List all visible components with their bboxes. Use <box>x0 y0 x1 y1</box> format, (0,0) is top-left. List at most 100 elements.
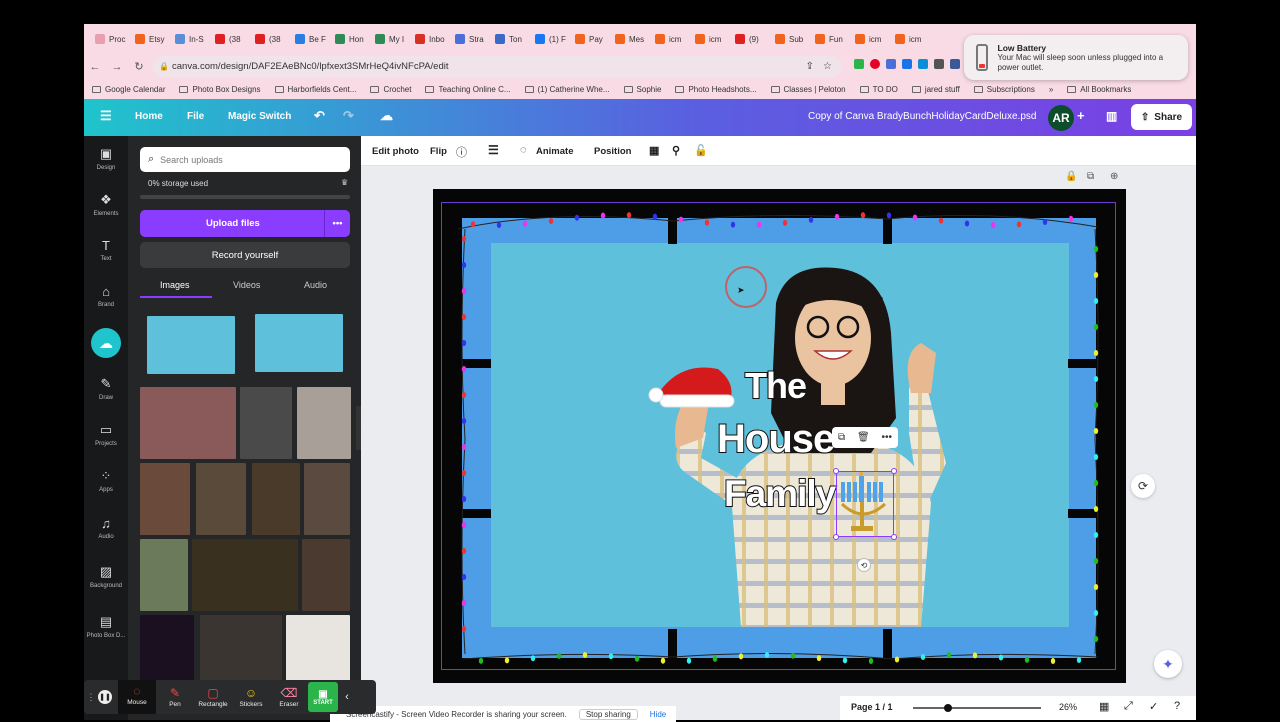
star-icon[interactable]: ☆ <box>823 61 832 72</box>
design-text-family[interactable]: Family <box>723 472 837 515</box>
position-button[interactable]: Position <box>594 146 631 157</box>
bookmark-item[interactable]: Photo Headshots... <box>675 85 757 94</box>
upload-thumbnail[interactable] <box>286 615 350 687</box>
rail-item[interactable]: ▭ Projects <box>84 422 128 447</box>
zoom-slider[interactable] <box>913 704 1041 712</box>
rail-item[interactable]: ♫ Audio <box>84 516 128 540</box>
browser-tab[interactable]: icm <box>850 28 886 50</box>
share-button[interactable]: ⇧ Share <box>1131 104 1192 130</box>
design-page[interactable]: The House Family ⧉ 🗑 ••• ⟲ ➤ <box>433 189 1126 683</box>
rail-item[interactable]: ❖ Elements <box>84 192 128 217</box>
transparency-icon[interactable]: ▦ <box>649 144 659 157</box>
extension-icon[interactable] <box>950 59 960 69</box>
document-title[interactable]: Copy of Canva BradyBunchHolidayCardDelux… <box>808 111 1036 122</box>
bookmark-item[interactable]: Crochet <box>370 85 411 94</box>
share-url-icon[interactable]: ⇪ <box>806 61 814 72</box>
more-options-icon[interactable]: ••• <box>324 210 350 237</box>
insights-icon[interactable]: ▥ <box>1106 109 1117 123</box>
upload-thumbnail[interactable] <box>297 387 351 459</box>
resize-handle[interactable] <box>891 468 897 474</box>
zoom-slider-thumb[interactable] <box>944 704 953 712</box>
pause-icon[interactable]: ❚❚ <box>98 690 112 704</box>
duplicate-icon[interactable]: ⧉ <box>838 432 845 443</box>
magic-assistant-icon[interactable]: ✦ <box>1154 650 1182 678</box>
redo-icon[interactable]: ↷ <box>343 108 354 124</box>
bookmark-item[interactable]: Classes | Peloton <box>770 85 846 94</box>
upload-thumbnail[interactable] <box>200 615 282 687</box>
stop-sharing-button[interactable]: Stop sharing <box>578 708 638 720</box>
bookmark-item[interactable]: Photo Box Designs <box>179 85 261 94</box>
add-page-icon[interactable]: ⊕ <box>1110 171 1118 182</box>
browser-tab[interactable]: (9) <box>730 28 766 50</box>
browser-tab[interactable]: icm <box>650 28 686 50</box>
reload-icon[interactable]: ↻ <box>128 60 150 73</box>
tool-mouse[interactable]: ◌ Mouse <box>118 680 156 714</box>
hide-button[interactable]: Hide <box>650 710 666 719</box>
upload-thumbnail[interactable] <box>252 463 300 535</box>
rail-item[interactable]: ▣ Design <box>84 146 128 171</box>
rotate-refresh-icon[interactable]: ⟳ <box>1131 474 1155 498</box>
flip-button[interactable]: Flip <box>430 146 447 157</box>
upload-thumbnail[interactable] <box>140 539 188 611</box>
spacing-icon[interactable]: ☰ <box>488 143 499 157</box>
low-battery-notification[interactable]: Low Battery Your Mac will sleep soon unl… <box>964 35 1188 80</box>
info-icon[interactable]: ⓘ <box>456 144 467 160</box>
rotate-handle[interactable]: ⟲ <box>857 558 871 572</box>
browser-tab[interactable]: icm <box>690 28 726 50</box>
lock-page-icon[interactable]: 🔒 <box>1065 171 1077 182</box>
rail-item[interactable]: T Text <box>84 238 128 262</box>
browser-tab[interactable]: (1) F <box>530 28 566 50</box>
browser-tab[interactable]: Mes <box>610 28 646 50</box>
browser-tab[interactable]: icm <box>890 28 926 50</box>
bookmark-item[interactable]: (1) Catherine Whe... <box>524 85 610 94</box>
edit-photo-button[interactable]: Edit photo <box>372 146 419 157</box>
bookmark-item[interactable]: Teaching Online C... <box>425 85 511 94</box>
upload-thumbnail[interactable] <box>196 463 246 535</box>
lock-icon[interactable]: 🔓 <box>694 144 708 157</box>
collapse-toolbar-icon[interactable]: ‹ <box>338 691 356 703</box>
grid-view-icon[interactable]: ▦ <box>1099 700 1109 713</box>
upload-thumbnail[interactable] <box>147 316 235 374</box>
browser-tab[interactable]: Pay <box>570 28 606 50</box>
tool-eraser[interactable]: ⌫ Eraser <box>270 686 308 708</box>
home-button[interactable]: Home <box>135 111 163 122</box>
tab-images[interactable]: Images <box>160 280 190 290</box>
fullscreen-icon[interactable]: ⤢ <box>1124 700 1133 713</box>
upload-thumbnail[interactable] <box>240 387 292 459</box>
resize-handle[interactable] <box>891 534 897 540</box>
extension-icon[interactable] <box>886 59 896 69</box>
design-text-house[interactable]: House <box>716 416 836 462</box>
browser-tab[interactable]: My I <box>370 28 406 50</box>
extension-icon[interactable] <box>902 59 912 69</box>
magic-switch-button[interactable]: Magic Switch <box>228 111 291 122</box>
pinterest-icon[interactable] <box>870 59 880 69</box>
extension-icon[interactable] <box>918 59 928 69</box>
search-uploads-field[interactable]: ⌕ Search uploads <box>140 147 350 172</box>
zoom-level[interactable]: 26% <box>1059 702 1077 712</box>
extension-icon[interactable] <box>934 59 944 69</box>
style-painter-icon[interactable]: ⚲ <box>672 144 680 157</box>
bookmark-item[interactable]: jared stuff <box>911 85 960 94</box>
browser-tab[interactable]: Ton <box>490 28 526 50</box>
start-button[interactable]: ▣ START <box>308 682 338 712</box>
search-input[interactable]: Search uploads <box>160 155 223 165</box>
browser-tab[interactable]: Etsy <box>130 28 166 50</box>
extension-icon[interactable] <box>854 59 864 69</box>
drag-handle-icon[interactable]: ⋮ <box>84 692 98 703</box>
add-collaborator-icon[interactable]: + <box>1077 108 1085 123</box>
rail-item[interactable]: ✎ Draw <box>84 376 128 401</box>
rail-item[interactable]: ▨ Background <box>84 564 128 589</box>
more-icon[interactable]: ••• <box>882 432 893 443</box>
upload-thumbnail[interactable] <box>302 539 350 611</box>
tool-rectangle[interactable]: ▢ Rectangle <box>194 686 232 708</box>
bookmark-item[interactable]: TO DO <box>859 85 898 94</box>
tab-audio[interactable]: Audio <box>304 280 327 290</box>
browser-tab[interactable]: Fun <box>810 28 846 50</box>
menorah-selection[interactable] <box>833 468 897 540</box>
browser-tab[interactable]: Be F <box>290 28 326 50</box>
tab-videos[interactable]: Videos <box>233 280 260 290</box>
design-text-the[interactable]: The <box>744 364 808 407</box>
browser-tab[interactable]: Inbo <box>410 28 446 50</box>
upload-files-button[interactable]: Upload files ••• <box>140 210 350 237</box>
rail-item[interactable]: ⁘ Apps <box>84 468 128 493</box>
